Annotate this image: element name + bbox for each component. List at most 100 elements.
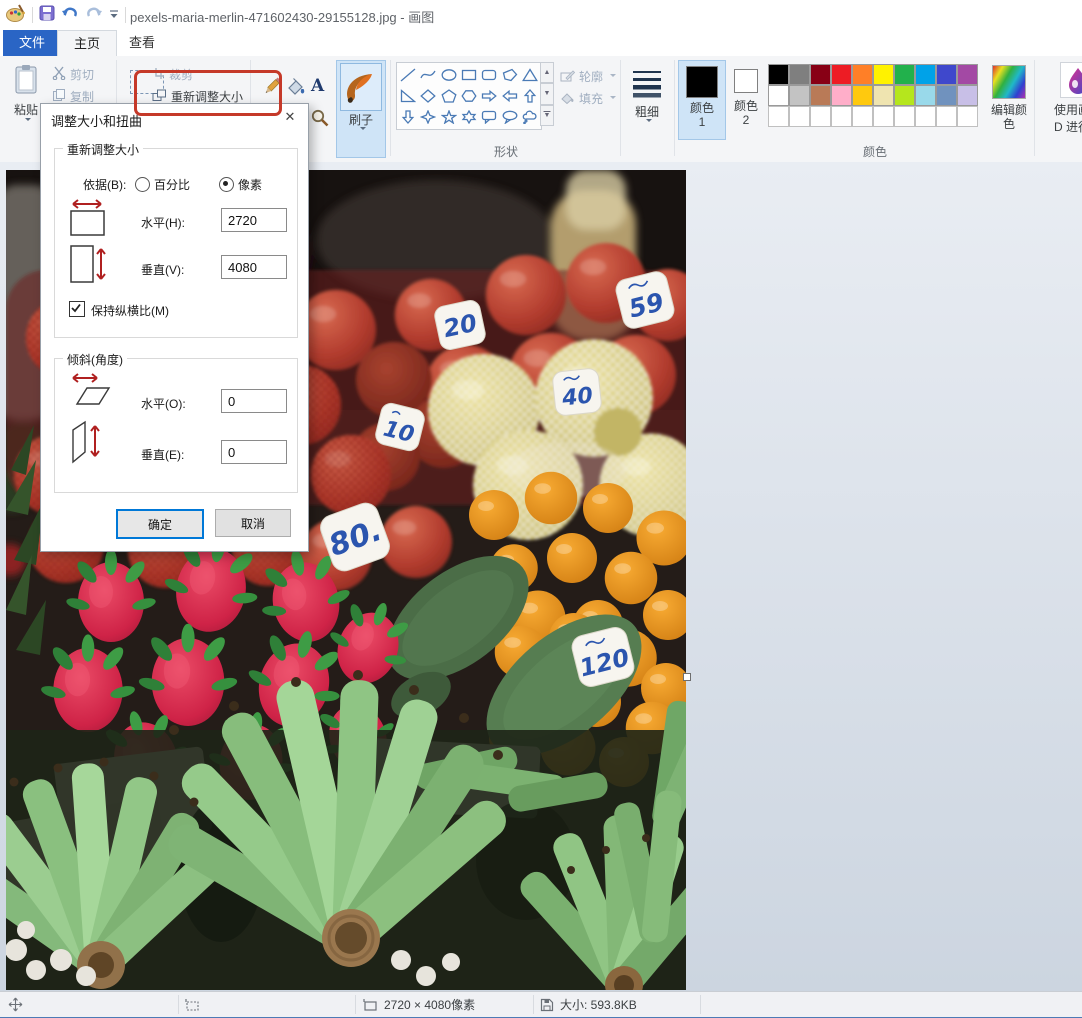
size-button[interactable]: 粗细 <box>624 62 670 154</box>
palette-empty-slot[interactable] <box>957 106 978 127</box>
title-bar: pexels-maria-merlin-471602430-29155128.j… <box>0 0 1082 30</box>
shape-arrow-up-icon[interactable] <box>521 87 539 105</box>
paint-logo-icon <box>6 3 26 28</box>
magnifier-tool[interactable] <box>310 108 330 133</box>
tab-view[interactable]: 查看 <box>113 30 171 56</box>
shape-arrow-right-icon[interactable] <box>480 87 498 105</box>
pixel-radio[interactable] <box>219 177 234 192</box>
shape-star-5-icon[interactable] <box>440 108 458 126</box>
vertical-label: 垂直(V): <box>141 261 184 278</box>
shapes-scroll-up-icon[interactable]: ▲ <box>540 62 554 83</box>
palette-empty-slot[interactable] <box>768 106 789 127</box>
palette-empty-slot[interactable] <box>852 106 873 127</box>
palette-empty-slot[interactable] <box>789 106 810 127</box>
paint3d-icon <box>1060 62 1082 98</box>
aspect-checkbox[interactable] <box>69 301 85 317</box>
shape-rounded-rectangle-icon[interactable] <box>480 66 498 84</box>
palette-empty-slot[interactable] <box>810 106 831 127</box>
shape-hexagon-icon[interactable] <box>460 87 478 105</box>
shape-right-triangle-icon[interactable] <box>399 87 417 105</box>
palette-color[interactable] <box>768 64 789 85</box>
shape-oval-icon[interactable] <box>440 66 458 84</box>
palette-color[interactable] <box>852 85 873 106</box>
color2-button[interactable]: 颜色 2 <box>726 60 766 138</box>
horizontal-input[interactable] <box>221 208 287 232</box>
tab-file[interactable]: 文件 <box>3 30 61 56</box>
palette-color[interactable] <box>894 64 915 85</box>
palette-grid <box>768 64 978 127</box>
palette-empty-slot[interactable] <box>831 106 852 127</box>
shape-arrow-down-icon[interactable] <box>399 108 417 126</box>
palette-color[interactable] <box>831 85 852 106</box>
outline-icon <box>560 69 575 85</box>
dialog-title: 调整大小和扭曲 <box>51 111 142 130</box>
vertical-input[interactable] <box>221 255 287 279</box>
paint3d-button[interactable]: 使用画图 D 进行编 <box>1038 62 1082 154</box>
shape-arrow-left-icon[interactable] <box>501 87 519 105</box>
palette-color[interactable] <box>810 85 831 106</box>
cancel-button[interactable]: 取消 <box>215 509 291 537</box>
palette-color[interactable] <box>957 85 978 106</box>
canvas-resize-handle[interactable] <box>683 673 691 681</box>
percent-radio[interactable] <box>135 177 150 192</box>
palette-color[interactable] <box>936 85 957 106</box>
edit-colors-button[interactable]: 编辑颜色 <box>986 62 1032 154</box>
shape-polygon-icon[interactable] <box>501 66 519 84</box>
palette-color[interactable] <box>852 64 873 85</box>
tab-home[interactable]: 主页 <box>57 30 117 57</box>
ok-button[interactable]: 确定 <box>116 509 204 539</box>
qat-customize-icon[interactable] <box>109 6 119 24</box>
shape-triangle-icon[interactable] <box>521 66 539 84</box>
palette-color[interactable] <box>789 64 810 85</box>
palette-color[interactable] <box>831 64 852 85</box>
palette-color[interactable] <box>915 85 936 106</box>
shape-callout-cloud-icon[interactable] <box>521 108 539 126</box>
scissors-icon <box>52 66 66 83</box>
fill-button[interactable]: 填充 <box>560 90 616 107</box>
shape-star-6-icon[interactable] <box>460 108 478 126</box>
undo-icon[interactable] <box>61 5 79 26</box>
red-highlight-annotation <box>134 70 282 116</box>
palette-color[interactable] <box>810 64 831 85</box>
palette-color[interactable] <box>957 64 978 85</box>
palette-color[interactable] <box>873 85 894 106</box>
palette-empty-slot[interactable] <box>894 106 915 127</box>
resize-dialog: 调整大小和扭曲 ✕ 重新调整大小 依据(B): 百分比 像素 水平(H): 垂直… <box>40 103 309 552</box>
image-dimensions: 2720 × 4080像素 <box>384 996 475 1013</box>
shapes-more-icon[interactable]: ▼ <box>540 105 554 126</box>
shape-curve-icon[interactable] <box>419 66 437 84</box>
text-tool[interactable]: A <box>311 76 324 96</box>
palette-empty-slot[interactable] <box>873 106 894 127</box>
palette-color[interactable] <box>789 85 810 106</box>
file-size-section: 大小: 593.8KB <box>540 992 637 1017</box>
shape-star-4-icon[interactable] <box>419 108 437 126</box>
paint3d-label-2: D 进行编 <box>1054 118 1082 135</box>
skew-horizontal-input[interactable] <box>221 389 287 413</box>
palette-color[interactable] <box>894 85 915 106</box>
shapes-scroll-down-icon[interactable]: ▼ <box>540 83 554 104</box>
shape-diamond-icon[interactable] <box>419 87 437 105</box>
outline-button[interactable]: 轮廓 <box>560 68 616 85</box>
check-icon <box>70 302 82 314</box>
fill-tool[interactable] <box>286 78 306 101</box>
shape-callout-rounded-icon[interactable] <box>480 108 498 126</box>
save-icon[interactable] <box>39 5 55 26</box>
color1-button[interactable]: 颜色 1 <box>678 60 726 140</box>
skew-horizontal-label: 水平(O): <box>141 395 186 412</box>
shape-line-icon[interactable] <box>399 66 417 84</box>
shape-callout-oval-icon[interactable] <box>501 108 519 126</box>
cut-button[interactable]: 剪切 <box>52 66 94 83</box>
palette-color[interactable] <box>936 64 957 85</box>
palette-color[interactable] <box>915 64 936 85</box>
skew-vertical-input[interactable] <box>221 440 287 464</box>
horizontal-resize-icon <box>69 198 105 241</box>
price-tag: 40 <box>552 368 602 417</box>
shape-pentagon-icon[interactable] <box>440 87 458 105</box>
redo-icon[interactable] <box>85 5 103 26</box>
shape-rectangle-icon[interactable] <box>460 66 478 84</box>
palette-color[interactable] <box>768 85 789 106</box>
palette-empty-slot[interactable] <box>936 106 957 127</box>
brush-button[interactable]: 刷子 <box>336 60 386 158</box>
palette-empty-slot[interactable] <box>915 106 936 127</box>
palette-color[interactable] <box>873 64 894 85</box>
